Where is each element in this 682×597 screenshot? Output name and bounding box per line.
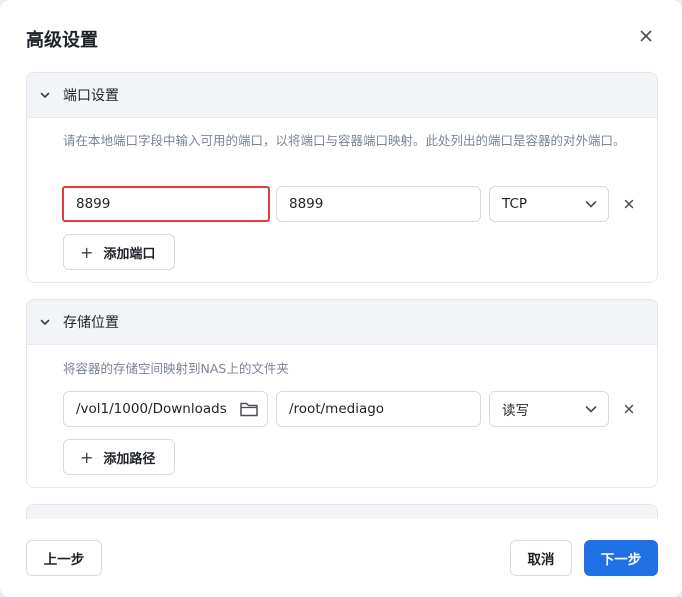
remove-path-icon[interactable] [621,401,637,417]
plus-icon: + [80,447,94,467]
port-settings-header[interactable]: 端口设置 [27,73,657,118]
advanced-settings-dialog: 高级设置 端口设置 请在本地端口字段中输入可用的端口，以将端口与容器端口映射。此… [0,0,682,597]
chevron-down-icon [584,197,598,211]
container-port-value: 8899 [289,196,324,212]
add-port-label: 添加端口 [103,246,156,262]
container-port-input[interactable]: 8899 [276,186,481,222]
previous-step-button[interactable]: 上一步 [26,540,102,576]
settings-scroll-area[interactable]: 端口设置 请在本地端口字段中输入可用的端口，以将端口与容器端口映射。此处列出的端… [26,72,658,519]
port-settings-panel: 端口设置 请在本地端口字段中输入可用的端口，以将端口与容器端口映射。此处列出的端… [26,72,658,283]
permission-select[interactable]: 读写 [489,391,609,427]
collapsed-panel [26,504,658,519]
plus-icon: + [80,242,94,262]
collapsed-panel-header[interactable] [27,505,657,519]
port-settings-title: 端口设置 [63,88,119,104]
add-port-button[interactable]: + 添加端口 [63,234,175,270]
chevron-down-icon [39,88,53,102]
local-port-value: 8899 [76,196,111,212]
storage-title: 存储位置 [63,315,119,331]
port-settings-description: 请在本地端口字段中输入可用的端口，以将端口与容器端口映射。此处列出的端口是容器的… [63,133,626,148]
chevron-down-icon [39,315,53,329]
container-path-value: /root/mediago [289,401,385,417]
protocol-select[interactable]: TCP [489,186,609,222]
folder-icon[interactable] [239,400,259,418]
protocol-value: TCP [502,196,528,212]
next-step-button[interactable]: 下一步 [584,540,658,576]
dialog-title: 高级设置 [26,30,98,51]
cancel-button[interactable]: 取消 [510,540,572,576]
permission-value: 读写 [502,403,529,419]
add-path-button[interactable]: + 添加路径 [63,439,175,475]
storage-description: 将容器的存储空间映射到NAS上的文件夹 [63,361,289,376]
storage-panel: 存储位置 将容器的存储空间映射到NAS上的文件夹 /vol1/1000/Down… [26,299,658,488]
container-path-input[interactable]: /root/mediago [276,391,481,427]
add-path-label: 添加路径 [103,451,156,467]
local-port-input[interactable]: 8899 [62,186,270,222]
host-path-value: /vol1/1000/Downloads [76,401,227,417]
chevron-down-icon [584,402,598,416]
host-path-input[interactable]: /vol1/1000/Downloads [63,391,268,427]
remove-port-icon[interactable] [621,196,637,212]
storage-header[interactable]: 存储位置 [27,300,657,345]
close-icon[interactable] [636,26,656,46]
